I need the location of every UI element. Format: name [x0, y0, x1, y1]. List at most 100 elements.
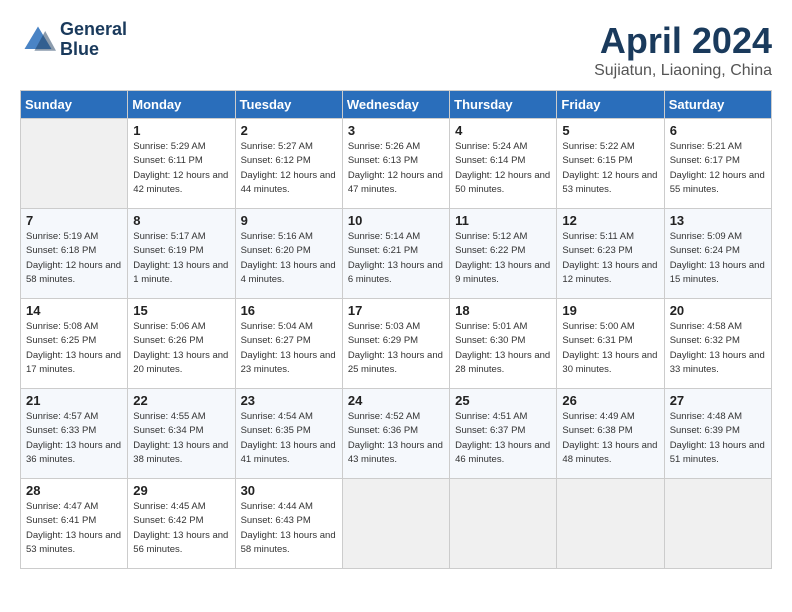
day-number: 19 [562, 303, 658, 318]
weekday-header-saturday: Saturday [664, 91, 771, 119]
weekday-header-wednesday: Wednesday [342, 91, 449, 119]
calendar-week-row: 14 Sunrise: 5:08 AMSunset: 6:25 PMDayligh… [21, 299, 772, 389]
day-info: Sunrise: 4:45 AMSunset: 6:42 PMDaylight:… [133, 500, 229, 557]
logo-icon [20, 22, 56, 58]
day-number: 24 [348, 393, 444, 408]
weekday-header-thursday: Thursday [450, 91, 557, 119]
calendar-cell: 16 Sunrise: 5:04 AMSunset: 6:27 PMDayligh… [235, 299, 342, 389]
calendar-cell [450, 479, 557, 569]
day-number: 5 [562, 123, 658, 138]
calendar-cell: 27Sunrise: 4:48 AMSunset: 6:39 PMDayligh… [664, 389, 771, 479]
calendar-cell: 4Sunrise: 5:24 AMSunset: 6:14 PMDaylight… [450, 119, 557, 209]
day-info: Sunrise: 5:04 AMSunset: 6:27 PMDaylight:… [241, 320, 337, 377]
calendar-table: SundayMondayTuesdayWednesdayThursdayFrid… [20, 90, 772, 569]
calendar-cell: 25 Sunrise: 4:51 AMSunset: 6:37 PMDayligh… [450, 389, 557, 479]
calendar-week-row: 7Sunrise: 5:19 AMSunset: 6:18 PMDaylight… [21, 209, 772, 299]
calendar-cell: 12Sunrise: 5:11 AMSunset: 6:23 PMDayligh… [557, 209, 664, 299]
weekday-header-sunday: Sunday [21, 91, 128, 119]
calendar-cell: 8 Sunrise: 5:17 AMSunset: 6:19 PMDaylight… [128, 209, 235, 299]
day-number: 17 [348, 303, 444, 318]
day-number: 1 [133, 123, 229, 138]
day-info: Sunrise: 5:08 AMSunset: 6:25 PMDaylight:… [26, 320, 122, 377]
day-info: Sunrise: 5:17 AMSunset: 6:19 PMDaylight:… [133, 230, 229, 287]
day-number: 18 [455, 303, 551, 318]
day-number: 2 [241, 123, 337, 138]
day-number: 26 [562, 393, 658, 408]
calendar-cell [557, 479, 664, 569]
day-number: 11 [455, 213, 551, 228]
day-info: Sunrise: 5:29 AMSunset: 6:11 PMDaylight:… [133, 140, 229, 197]
day-number: 7 [26, 213, 122, 228]
day-info: Sunrise: 4:49 AMSunset: 6:38 PMDaylight:… [562, 410, 658, 467]
day-info: Sunrise: 4:51 AMSunset: 6:37 PMDaylight:… [455, 410, 551, 467]
day-number: 14 [26, 303, 122, 318]
weekday-header-monday: Monday [128, 91, 235, 119]
calendar-cell: 24 Sunrise: 4:52 AMSunset: 6:36 PMDayligh… [342, 389, 449, 479]
calendar-cell: 29 Sunrise: 4:45 AMSunset: 6:42 PMDayligh… [128, 479, 235, 569]
day-info: Sunrise: 5:22 AMSunset: 6:15 PMDaylight:… [562, 140, 658, 197]
day-number: 8 [133, 213, 229, 228]
day-number: 10 [348, 213, 444, 228]
calendar-week-row: 28 Sunrise: 4:47 AMSunset: 6:41 PMDayligh… [21, 479, 772, 569]
day-info: Sunrise: 4:55 AMSunset: 6:34 PMDaylight:… [133, 410, 229, 467]
day-number: 13 [670, 213, 766, 228]
calendar-cell: 11Sunrise: 5:12 AMSunset: 6:22 PMDayligh… [450, 209, 557, 299]
calendar-cell: 18Sunrise: 5:01 AMSunset: 6:30 PMDayligh… [450, 299, 557, 389]
day-info: Sunrise: 5:06 AMSunset: 6:26 PMDaylight:… [133, 320, 229, 377]
logo: General Blue [20, 20, 127, 60]
calendar-cell: 7Sunrise: 5:19 AMSunset: 6:18 PMDaylight… [21, 209, 128, 299]
day-info: Sunrise: 4:47 AMSunset: 6:41 PMDaylight:… [26, 500, 122, 557]
weekday-header-row: SundayMondayTuesdayWednesdayThursdayFrid… [21, 91, 772, 119]
calendar-week-row: 1 Sunrise: 5:29 AMSunset: 6:11 PMDaylight… [21, 119, 772, 209]
calendar-cell: 13 Sunrise: 5:09 AMSunset: 6:24 PMDayligh… [664, 209, 771, 299]
day-info: Sunrise: 5:11 AMSunset: 6:23 PMDaylight:… [562, 230, 658, 287]
calendar-cell: 10 Sunrise: 5:14 AMSunset: 6:21 PMDayligh… [342, 209, 449, 299]
day-info: Sunrise: 5:21 AMSunset: 6:17 PMDaylight:… [670, 140, 766, 197]
calendar-cell: 1 Sunrise: 5:29 AMSunset: 6:11 PMDaylight… [128, 119, 235, 209]
calendar-cell: 15 Sunrise: 5:06 AMSunset: 6:26 PMDayligh… [128, 299, 235, 389]
calendar-cell: 9 Sunrise: 5:16 AMSunset: 6:20 PMDaylight… [235, 209, 342, 299]
calendar-cell: 26 Sunrise: 4:49 AMSunset: 6:38 PMDayligh… [557, 389, 664, 479]
day-info: Sunrise: 4:52 AMSunset: 6:36 PMDaylight:… [348, 410, 444, 467]
day-number: 28 [26, 483, 122, 498]
day-info: Sunrise: 5:09 AMSunset: 6:24 PMDaylight:… [670, 230, 766, 287]
calendar-cell [664, 479, 771, 569]
day-info: Sunrise: 5:27 AMSunset: 6:12 PMDaylight:… [241, 140, 337, 197]
calendar-cell: 20Sunrise: 4:58 AMSunset: 6:32 PMDayligh… [664, 299, 771, 389]
day-info: Sunrise: 4:44 AMSunset: 6:43 PMDaylight:… [241, 500, 337, 557]
day-info: Sunrise: 5:14 AMSunset: 6:21 PMDaylight:… [348, 230, 444, 287]
day-number: 6 [670, 123, 766, 138]
day-number: 4 [455, 123, 551, 138]
day-number: 25 [455, 393, 551, 408]
calendar-cell: 23Sunrise: 4:54 AMSunset: 6:35 PMDayligh… [235, 389, 342, 479]
calendar-cell: 21 Sunrise: 4:57 AMSunset: 6:33 PMDayligh… [21, 389, 128, 479]
calendar-cell [21, 119, 128, 209]
calendar-cell: 22 Sunrise: 4:55 AMSunset: 6:34 PMDayligh… [128, 389, 235, 479]
day-info: Sunrise: 5:00 AMSunset: 6:31 PMDaylight:… [562, 320, 658, 377]
day-number: 23 [241, 393, 337, 408]
day-number: 16 [241, 303, 337, 318]
calendar-cell: 19 Sunrise: 5:00 AMSunset: 6:31 PMDayligh… [557, 299, 664, 389]
calendar-cell: 6 Sunrise: 5:21 AMSunset: 6:17 PMDaylight… [664, 119, 771, 209]
logo-line1: General [60, 20, 127, 40]
day-info: Sunrise: 5:26 AMSunset: 6:13 PMDaylight:… [348, 140, 444, 197]
weekday-header-tuesday: Tuesday [235, 91, 342, 119]
weekday-header-friday: Friday [557, 91, 664, 119]
day-info: Sunrise: 4:57 AMSunset: 6:33 PMDaylight:… [26, 410, 122, 467]
calendar-cell: 14 Sunrise: 5:08 AMSunset: 6:25 PMDayligh… [21, 299, 128, 389]
day-info: Sunrise: 4:58 AMSunset: 6:32 PMDaylight:… [670, 320, 766, 377]
calendar-cell: 5 Sunrise: 5:22 AMSunset: 6:15 PMDaylight… [557, 119, 664, 209]
day-info: Sunrise: 4:48 AMSunset: 6:39 PMDaylight:… [670, 410, 766, 467]
calendar-cell: 17 Sunrise: 5:03 AMSunset: 6:29 PMDayligh… [342, 299, 449, 389]
day-number: 21 [26, 393, 122, 408]
day-number: 9 [241, 213, 337, 228]
calendar-cell: 2 Sunrise: 5:27 AMSunset: 6:12 PMDaylight… [235, 119, 342, 209]
calendar-cell [342, 479, 449, 569]
day-number: 15 [133, 303, 229, 318]
day-info: Sunrise: 5:03 AMSunset: 6:29 PMDaylight:… [348, 320, 444, 377]
day-number: 22 [133, 393, 229, 408]
calendar-cell: 3Sunrise: 5:26 AMSunset: 6:13 PMDaylight… [342, 119, 449, 209]
day-info: Sunrise: 5:16 AMSunset: 6:20 PMDaylight:… [241, 230, 337, 287]
day-number: 29 [133, 483, 229, 498]
calendar-cell: 28 Sunrise: 4:47 AMSunset: 6:41 PMDayligh… [21, 479, 128, 569]
